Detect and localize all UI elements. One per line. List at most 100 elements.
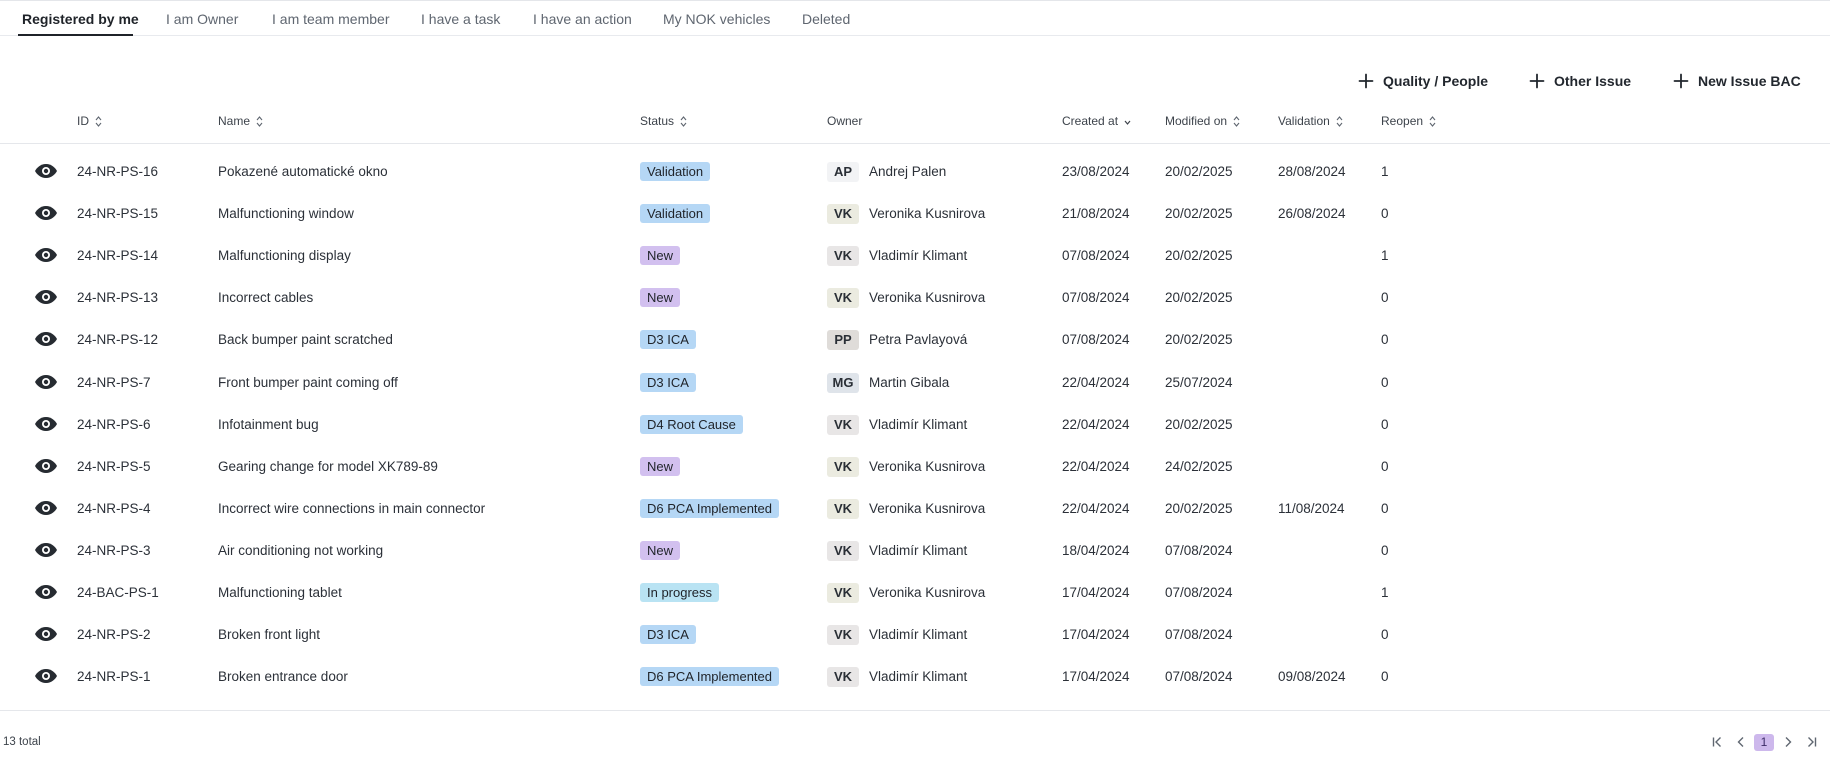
modified-on: 20/02/2025 (1165, 164, 1233, 179)
table-row[interactable]: 24-NR-PS-2 Broken front light D3 ICA VK Vlad… (0, 614, 1830, 656)
table-row[interactable]: 24-BAC-PS-1 Malfunctioning tablet In progr… (0, 572, 1830, 614)
first-page-icon[interactable] (1709, 734, 1725, 750)
issue-id: 24-NR-PS-12 (77, 332, 159, 348)
column-label: ID (77, 114, 89, 128)
plus-icon (1529, 73, 1545, 89)
reopen-count: 0 (1381, 542, 1389, 558)
created-at: 07/08/2024 (1062, 332, 1130, 348)
column-label: Status (640, 114, 675, 128)
tab-i-am-team-member[interactable]: I am team member (272, 11, 389, 27)
view-eye-icon[interactable] (34, 163, 58, 179)
table-row[interactable]: 24-NR-PS-16 Pokazené automatické okno Vali… (0, 151, 1830, 193)
column-header-reopen[interactable]: Reopen (1381, 114, 1436, 128)
view-eye-icon[interactable] (34, 626, 58, 642)
table-row[interactable]: 24-NR-PS-6 Infotainment bug D4 Root Cause V… (0, 404, 1830, 446)
view-eye-icon[interactable] (34, 668, 58, 684)
sort-icon (95, 115, 102, 127)
owner-avatar: VK (827, 498, 859, 519)
validation-date: 09/08/2024 (1278, 669, 1346, 685)
reopen-count: 0 (1381, 500, 1389, 516)
previous-page-icon[interactable] (1733, 734, 1749, 750)
view-eye-icon[interactable] (34, 542, 58, 558)
column-header-owner: Owner (827, 114, 862, 128)
tab-i-have-a-task[interactable]: I have a task (421, 11, 500, 27)
modified-on: 20/02/2025 (1165, 248, 1233, 264)
header-divider (0, 143, 1830, 144)
tab-i-have-an-action[interactable]: I have an action (533, 11, 632, 27)
table-row[interactable]: 24-NR-PS-14 Malfunctioning display New VK Vl… (0, 235, 1830, 277)
status-badge: D6 PCA Implemented (640, 667, 780, 687)
column-header-status[interactable]: Status (640, 114, 687, 128)
table-row[interactable]: 24-NR-PS-7 Front bumper paint coming off D… (0, 362, 1830, 404)
current-page-button[interactable]: 1 (1754, 734, 1774, 751)
table-row[interactable]: 24-NR-PS-13 Incorrect cables New VK Veronika… (0, 277, 1830, 319)
issue-name: Broken front light (218, 627, 321, 643)
status-badge: D3 ICA (640, 372, 696, 392)
modified-on: 20/02/2025 (1165, 332, 1233, 348)
view-eye-icon[interactable] (34, 458, 58, 474)
owner-name: Andrej Palen (869, 164, 947, 179)
issue-name: Incorrect cables (218, 290, 314, 306)
plus-icon (1673, 73, 1689, 89)
status-badge: New (640, 540, 681, 560)
issue-name: Front bumper paint coming off (218, 374, 398, 390)
tab-i-am-owner[interactable]: I am Owner (166, 11, 238, 27)
tab-registered-by-me[interactable]: Registered by me (22, 11, 139, 27)
tab-my-nok-vehicles[interactable]: My NOK vehicles (663, 11, 770, 27)
view-eye-icon[interactable] (34, 416, 58, 432)
view-eye-icon[interactable] (34, 247, 58, 263)
tab-deleted[interactable]: Deleted (802, 11, 850, 27)
view-eye-icon[interactable] (34, 331, 58, 347)
reopen-count: 0 (1381, 332, 1389, 348)
issue-id: 24-NR-PS-7 (77, 374, 151, 390)
table-row[interactable]: 24-NR-PS-5 Gearing change for model XK789… (0, 446, 1830, 488)
issue-id: 24-NR-PS-13 (77, 290, 159, 306)
column-header-created-at[interactable]: Created at (1062, 114, 1131, 128)
issue-id: 24-NR-PS-2 (77, 627, 151, 643)
total-count: 13 total (3, 736, 41, 748)
modified-on: 20/02/2025 (1165, 500, 1233, 516)
status-badge: D4 Root Cause (640, 414, 743, 434)
table-row[interactable]: 24-NR-PS-12 Back bumper paint scratched D3… (0, 319, 1830, 361)
owner-avatar: VK (827, 414, 859, 435)
column-label: Name (218, 114, 251, 128)
column-header-name[interactable]: Name (218, 114, 263, 128)
new-issue-bac-button[interactable]: New Issue BAC (1673, 71, 1801, 91)
column-header-validation[interactable]: Validation (1278, 114, 1343, 128)
view-eye-icon[interactable] (34, 205, 58, 221)
created-at: 22/04/2024 (1062, 374, 1130, 390)
issue-id: 24-BAC-PS-1 (77, 585, 159, 600)
status-badge: D3 ICA (640, 625, 696, 645)
view-eye-icon[interactable] (34, 374, 58, 390)
active-tab-indicator (18, 34, 133, 36)
table-row[interactable]: 24-NR-PS-1 Broken entrance door D6 PCA Imp… (0, 656, 1830, 698)
view-eye-icon[interactable] (34, 500, 58, 516)
owner-name: Veronika Kusnirova (869, 500, 986, 516)
table-row[interactable]: 24-NR-PS-15 Malfunctioning window Validati… (0, 193, 1830, 235)
column-header-modified-on[interactable]: Modified on (1165, 114, 1240, 128)
view-eye-icon[interactable] (34, 289, 58, 305)
issue-name: Incorrect wire connections in main conne… (218, 500, 486, 516)
reopen-count: 0 (1381, 627, 1389, 643)
table-row[interactable]: 24-NR-PS-4 Incorrect wire connections in … (0, 488, 1830, 530)
issue-name: Broken entrance door (218, 669, 348, 685)
issue-name: Back bumper paint scratched (218, 332, 393, 348)
status-badge: Validation (640, 204, 711, 224)
last-page-icon[interactable] (1804, 734, 1820, 750)
modified-on: 25/07/2024 (1165, 374, 1233, 390)
created-at: 21/08/2024 (1062, 206, 1130, 222)
reopen-count: 1 (1381, 164, 1389, 179)
view-eye-icon[interactable] (34, 584, 58, 600)
table-row[interactable]: 24-NR-PS-3 Air conditioning not working Ne… (0, 530, 1830, 572)
other-issue-label: Other Issue (1554, 73, 1632, 89)
column-header-id[interactable]: ID (77, 114, 102, 128)
status-badge: New (640, 456, 681, 476)
quality-people-button[interactable]: Quality / People (1358, 71, 1488, 91)
issue-name: Gearing change for model XK789-89 (218, 458, 438, 474)
next-page-icon[interactable] (1780, 734, 1796, 750)
created-at: 22/04/2024 (1062, 458, 1130, 474)
other-issue-button[interactable]: Other Issue (1529, 71, 1631, 91)
status-badge: In progress (640, 583, 720, 602)
modified-on: 24/02/2025 (1165, 458, 1233, 474)
owner-name: Vladimír Klimant (869, 416, 968, 432)
